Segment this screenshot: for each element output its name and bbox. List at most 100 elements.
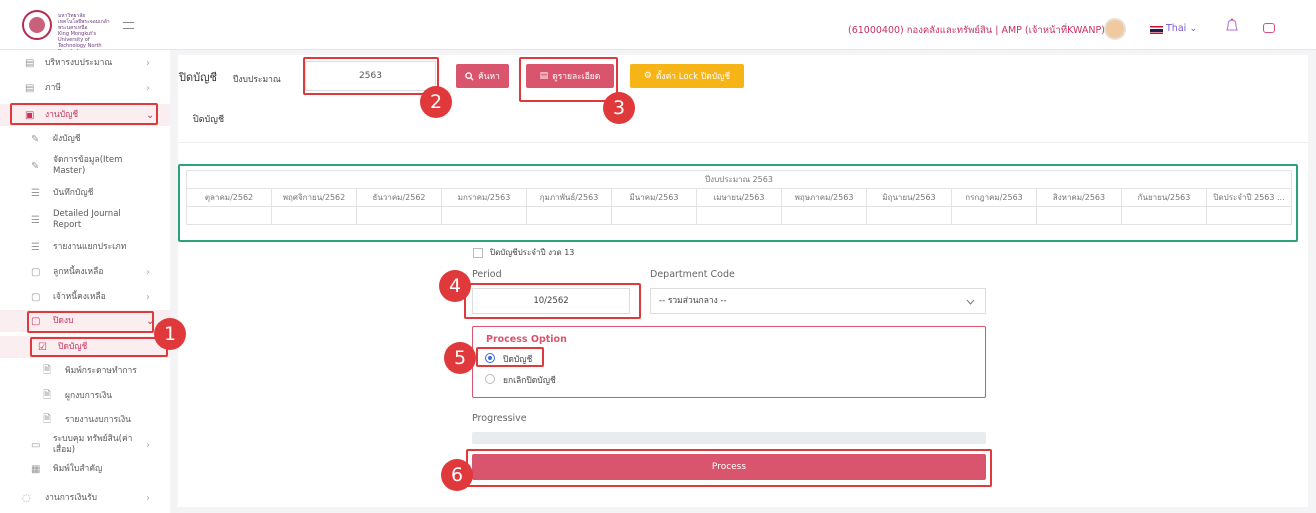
sidebar-item-receivables[interactable]: ▢ ลูกหนี้คงเหลือ › bbox=[0, 261, 170, 283]
step-marker: 1 bbox=[154, 318, 186, 350]
list-icon: ☰ bbox=[31, 214, 40, 226]
sidebar-item-label: พิมพ์กระดาษทำการ bbox=[65, 365, 137, 376]
step-marker: 6 bbox=[441, 459, 473, 491]
edit-doc-icon: ✎ bbox=[31, 160, 40, 172]
department-select[interactable]: -- รวมส่วนกลาง -- bbox=[650, 288, 986, 314]
step-marker: 2 bbox=[420, 86, 452, 118]
sidebar-item-label: ภาษี bbox=[45, 82, 61, 93]
search-button[interactable]: ค้นหา bbox=[456, 64, 509, 88]
sidebar-item-print-voucher[interactable]: ▦ พิมพ์ใบสำคัญ bbox=[0, 458, 170, 480]
highlight-box bbox=[10, 103, 158, 125]
file-icon: 🗎 bbox=[43, 364, 52, 376]
highlight-box bbox=[519, 57, 618, 102]
coin-icon: ◌ bbox=[22, 492, 31, 504]
doc-icon: ▢ bbox=[31, 266, 41, 278]
menu-toggle-icon[interactable] bbox=[123, 22, 134, 29]
highlight-box bbox=[464, 283, 641, 319]
chevron-right-icon: › bbox=[146, 57, 150, 69]
sidebar-item-ledger-report[interactable]: ☰ รายงานแยกประเภท bbox=[0, 236, 170, 258]
department-value: -- รวมส่วนกลาง -- bbox=[659, 296, 727, 306]
chevron-right-icon: › bbox=[146, 266, 150, 278]
sidebar-item-item-master[interactable]: ✎ จัดการข้อมูล(Item Master) bbox=[0, 151, 170, 181]
period-label: Period bbox=[472, 269, 502, 280]
chat-icon[interactable] bbox=[1263, 23, 1275, 33]
sidebar-item-bind-statements[interactable]: 🗎 ผูกงบการเงิน bbox=[0, 385, 170, 407]
sidebar-item-receipts[interactable]: ◌ งานการเงินรับ › bbox=[0, 487, 170, 509]
language-selector[interactable]: Thai ⌄ bbox=[1166, 23, 1197, 34]
process-option-title: Process Option bbox=[486, 334, 567, 345]
step-marker: 5 bbox=[444, 342, 476, 374]
card-header bbox=[178, 103, 1308, 143]
sidebar-item-label: รายงานงบการเงิน bbox=[65, 414, 131, 425]
sidebar-item-label: งานการเงินรับ bbox=[45, 492, 98, 503]
lock-settings-button[interactable]: ⚙ ตั้งค่า Lock ปิดบัญชี bbox=[630, 64, 744, 88]
highlight-box bbox=[476, 347, 544, 367]
university-line: เทคโนโลยีพระจอมเกล้าพระนครเหนือ bbox=[58, 19, 110, 31]
highlight-box bbox=[466, 449, 992, 487]
chevron-right-icon: › bbox=[146, 82, 150, 94]
step-marker: 4 bbox=[439, 270, 471, 302]
print-icon: ▦ bbox=[31, 463, 41, 475]
doc-icon: ▢ bbox=[31, 291, 41, 303]
ledger-icon: ▤ bbox=[25, 57, 35, 69]
file-icon: 🗎 bbox=[43, 389, 52, 401]
avatar[interactable] bbox=[1104, 18, 1126, 40]
sidebar-item-budget[interactable]: ▤ บริหารงบประมาณ › bbox=[0, 52, 170, 74]
table-highlight-box bbox=[178, 164, 1298, 242]
highlight-box bbox=[27, 311, 154, 333]
cancel-close-radio[interactable] bbox=[485, 374, 495, 384]
gear-icon: ⚙ bbox=[643, 71, 652, 81]
sidebar-item-worksheet[interactable]: 🗎 พิมพ์กระดาษทำการ bbox=[0, 360, 170, 382]
page-title: ปิดบัญชี bbox=[179, 71, 217, 84]
sidebar-item-label: จัดการข้อมูล(Item Master) bbox=[53, 155, 123, 176]
user-info[interactable]: (61000400) กองคลังและทรัพย์สิน | AMP (เจ… bbox=[848, 23, 1105, 38]
bell-icon[interactable] bbox=[1226, 18, 1238, 38]
top-bar: มหาวิทยาลัย เทคโนโลยีพระจอมเกล้าพระนครเห… bbox=[0, 0, 1316, 55]
progress-bar bbox=[472, 432, 986, 444]
highlight-box bbox=[30, 337, 168, 357]
sidebar-item-label: บริหารงบประมาณ bbox=[45, 57, 113, 68]
sidebar-item-label: ระบบคุม ทรัพย์สิน(ค่าเสื่อม) bbox=[53, 434, 133, 455]
progressive-label: Progressive bbox=[472, 413, 527, 424]
university-line: King Mongkut's University of bbox=[58, 31, 97, 43]
chevron-right-icon: › bbox=[146, 439, 150, 451]
thai-flag-icon[interactable] bbox=[1150, 26, 1163, 34]
ledger-icon: ▤ bbox=[25, 82, 35, 94]
chevron-down-icon: ⌄ bbox=[1189, 23, 1198, 34]
department-label: Department Code bbox=[650, 269, 735, 280]
sidebar-item-label: บันทึกบัญชี bbox=[53, 187, 94, 198]
sidebar-item-label: ลูกหนี้คงเหลือ bbox=[53, 266, 104, 277]
box-icon: ▭ bbox=[31, 439, 41, 451]
sidebar-item-financial-report[interactable]: 🗎 รายงานงบการเงิน bbox=[0, 409, 170, 431]
chevron-right-icon: › bbox=[146, 291, 150, 303]
sidebar-item-payables[interactable]: ▢ เจ้าหนี้คงเหลือ › bbox=[0, 286, 170, 308]
period-13-label: ปิดบัญชีประจำปี งวด 13 bbox=[490, 248, 575, 257]
university-logo[interactable] bbox=[22, 10, 52, 40]
sidebar-item-detailed-journal[interactable]: ☰ Detailed Journal Report bbox=[0, 205, 170, 235]
sidebar-item-chart-of-accounts[interactable]: ✎ ผังบัญชี bbox=[0, 128, 170, 150]
university-name: มหาวิทยาลัย เทคโนโลยีพระจอมเกล้าพระนครเห… bbox=[58, 13, 120, 55]
language-label: Thai bbox=[1166, 23, 1187, 34]
chevron-down-icon bbox=[966, 299, 975, 305]
cancel-close-option-label: ยกเลิกปิดบัญชี bbox=[503, 376, 556, 386]
fiscal-year-label: ปีงบประมาณ bbox=[233, 75, 281, 85]
sidebar-item-tax[interactable]: ▤ ภาษี › bbox=[0, 77, 170, 99]
card-title: ปิดบัญชี bbox=[193, 115, 225, 125]
list-icon: ☰ bbox=[31, 241, 40, 253]
sidebar-item-label: Detailed Journal Report bbox=[53, 209, 121, 230]
period-13-checkbox[interactable] bbox=[473, 248, 483, 258]
sidebar-item-label: ผูกงบการเงิน bbox=[65, 390, 113, 401]
list-icon: ☰ bbox=[31, 187, 40, 199]
search-button-label: ค้นหา bbox=[478, 72, 500, 82]
lock-settings-label: ตั้งค่า Lock ปิดบัญชี bbox=[655, 72, 731, 82]
sidebar-item-asset-control[interactable]: ▭ ระบบคุม ทรัพย์สิน(ค่าเสื่อม) › bbox=[0, 430, 170, 460]
edit-doc-icon: ✎ bbox=[31, 133, 40, 145]
sidebar-item-label: ผังบัญชี bbox=[53, 133, 81, 144]
highlight-box bbox=[303, 57, 439, 95]
sidebar-item-label: พิมพ์ใบสำคัญ bbox=[53, 463, 103, 474]
sidebar-item-label: เจ้าหนี้คงเหลือ bbox=[53, 291, 106, 302]
sidebar-item-label: รายงานแยกประเภท bbox=[53, 241, 127, 252]
search-icon bbox=[465, 71, 474, 81]
chevron-right-icon: › bbox=[146, 492, 150, 504]
sidebar-item-journal-entry[interactable]: ☰ บันทึกบัญชี bbox=[0, 182, 170, 204]
